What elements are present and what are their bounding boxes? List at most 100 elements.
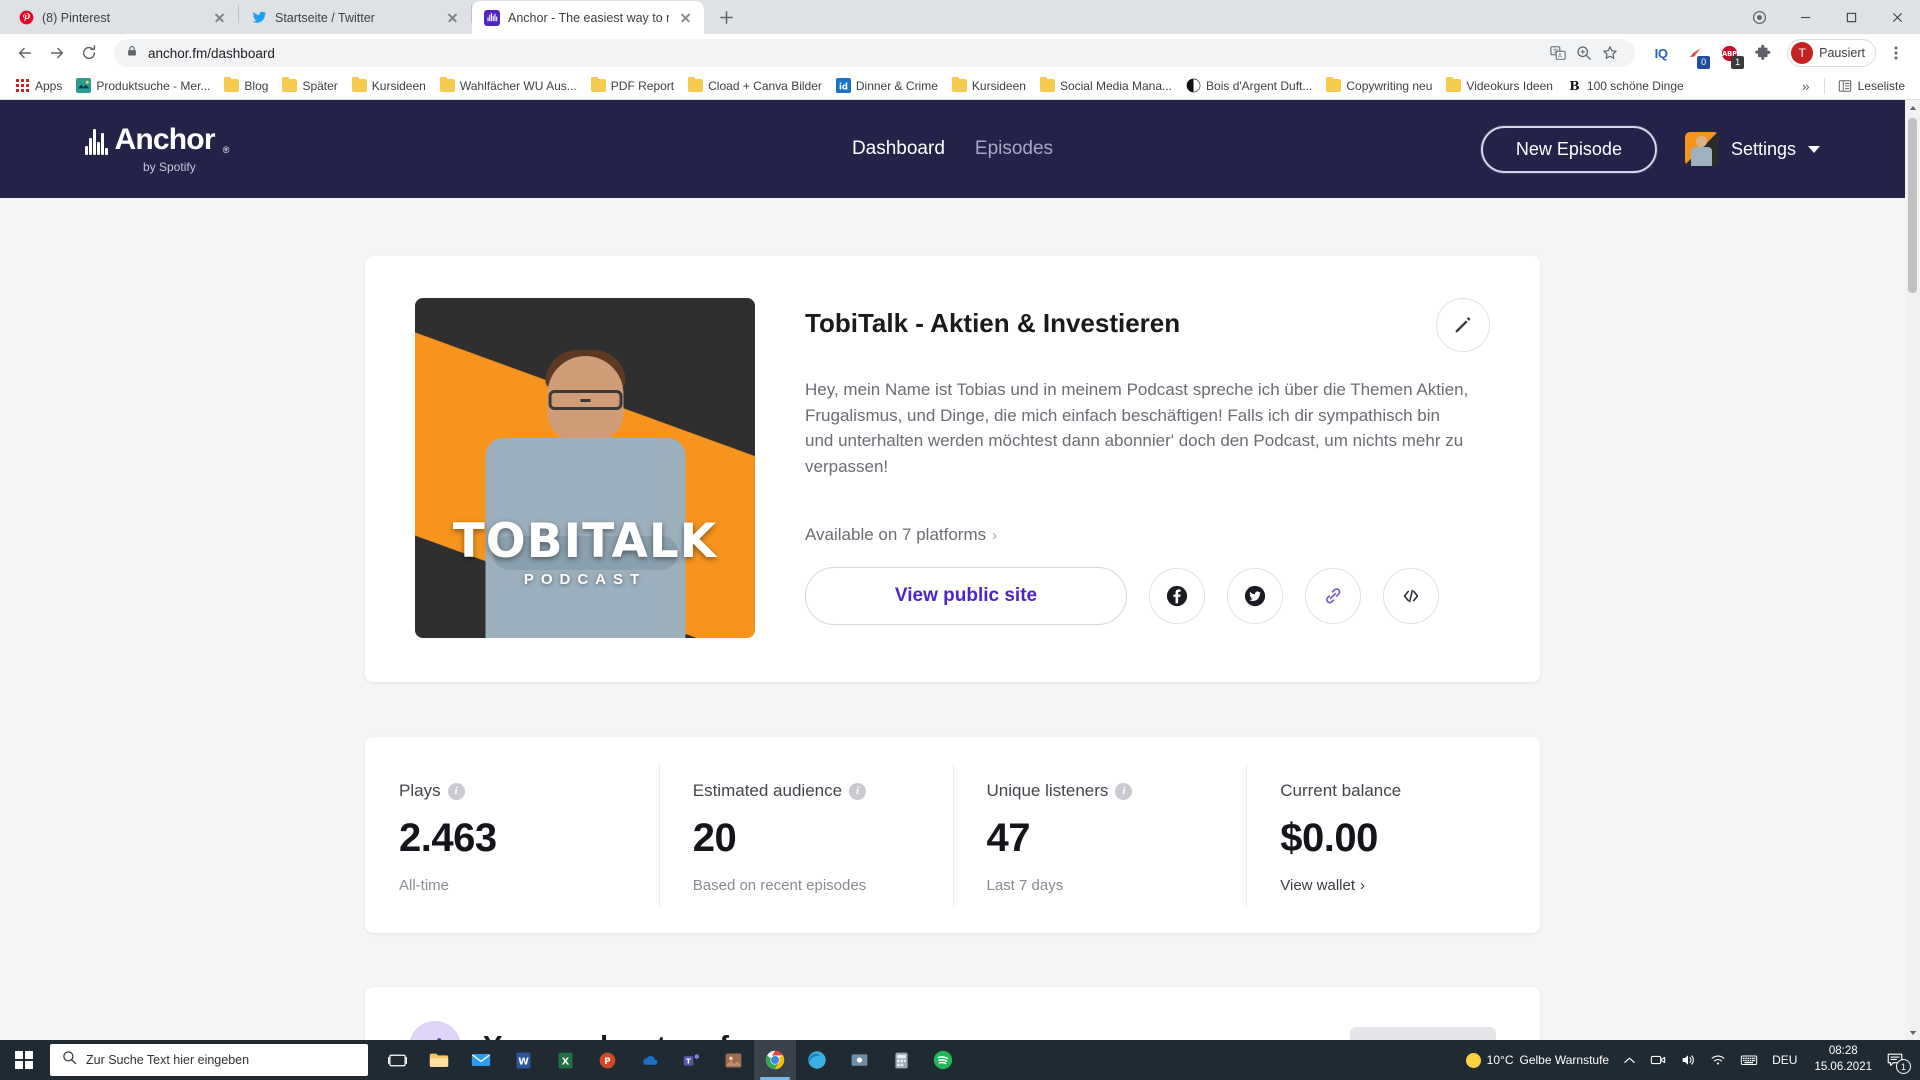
volume-icon[interactable]	[1673, 1040, 1703, 1080]
kebab-menu-icon[interactable]	[1882, 39, 1910, 67]
stat-sub: Based on recent episodes	[692, 877, 867, 894]
reading-list-button[interactable]: Leseliste	[1831, 75, 1912, 97]
view-wallet-link[interactable]: View wallet ›	[1280, 877, 1365, 894]
new-episode-button[interactable]: New Episode	[1480, 125, 1657, 173]
performance-card: Your podcast performance 7/30/20 - 9/10/…	[365, 987, 1540, 1040]
bookmarks-overflow-button[interactable]: »	[1794, 78, 1818, 94]
puzzle-extensions-icon[interactable]	[1749, 39, 1777, 67]
info-icon[interactable]: i	[1115, 782, 1133, 800]
bookmark-cload-canva[interactable]: Cload + Canva Bilder	[681, 75, 829, 97]
twitter-share-button[interactable]	[1227, 568, 1283, 624]
bookmark-social-media[interactable]: Social Media Mana...	[1033, 75, 1179, 97]
taskbar-teams[interactable]: T	[670, 1040, 712, 1080]
bookmark-bois-dargent[interactable]: Bois d'Argent Duft...	[1179, 75, 1319, 97]
bookmark-kursideen[interactable]: Kursideen	[345, 75, 433, 97]
wifi-icon[interactable]	[1703, 1040, 1733, 1080]
nav-episodes[interactable]: Episodes	[975, 138, 1053, 160]
profile-chip[interactable]: T Pausiert	[1787, 39, 1876, 67]
minimize-icon[interactable]	[1782, 0, 1828, 34]
record-icon[interactable]	[1736, 0, 1782, 34]
taskbar-calculator[interactable]	[880, 1040, 922, 1080]
stat-label: Plays	[399, 781, 441, 800]
twitter-icon	[251, 10, 267, 26]
notifications-button[interactable]: 1	[1882, 1040, 1914, 1080]
show-hidden-icons-button[interactable]	[1616, 1040, 1643, 1080]
podcast-cover-art[interactable]: TOBITALK PODCAST	[415, 298, 755, 638]
reload-icon[interactable]	[74, 38, 104, 68]
browser-tab-twitter[interactable]: Startseite / Twitter	[239, 1, 471, 34]
folder-icon	[1446, 77, 1462, 93]
new-tab-button[interactable]	[712, 3, 740, 31]
taskbar-screen-recorder[interactable]	[838, 1040, 880, 1080]
taskbar-mail[interactable]	[460, 1040, 502, 1080]
edit-podcast-button[interactable]	[1436, 298, 1490, 352]
bookmark-copywriting[interactable]: Copywriting neu	[1319, 75, 1439, 97]
close-icon[interactable]	[211, 9, 228, 26]
clock[interactable]: 08:28 15.06.2021	[1804, 1044, 1882, 1075]
bookmark-produktsuche[interactable]: Produktsuche - Mer...	[69, 75, 217, 97]
windows-start-icon[interactable]	[0, 1040, 48, 1080]
view-public-site-button[interactable]: View public site	[805, 567, 1127, 625]
settings-menu[interactable]: Settings	[1684, 132, 1820, 166]
camera-icon[interactable]	[1643, 1040, 1673, 1080]
taskbar-edge[interactable]	[796, 1040, 838, 1080]
info-icon[interactable]: i	[447, 782, 465, 800]
back-arrow-icon[interactable]	[10, 38, 40, 68]
translate-icon[interactable]: 文A	[1545, 40, 1571, 66]
forward-arrow-icon[interactable]	[42, 38, 72, 68]
scroll-down-button[interactable]	[1905, 1025, 1920, 1040]
bookmark-kursideen-2[interactable]: Kursideen	[945, 75, 1033, 97]
keyboard-icon[interactable]	[1733, 1040, 1765, 1080]
page-scrollbar[interactable]	[1905, 100, 1920, 1040]
bookmark-apps[interactable]: Apps	[8, 75, 69, 97]
available-platforms-link[interactable]: Available on 7 platforms ›	[805, 525, 997, 545]
browser-tab-anchor[interactable]: Anchor - The easiest way to mak	[472, 1, 704, 34]
adblock-extension[interactable]: ABP 1	[1715, 39, 1745, 69]
zoom-icon[interactable]	[1571, 40, 1597, 66]
date-range-selector[interactable]: 7/30/20 - 9/10/21	[1350, 1027, 1496, 1040]
taskbar-spotify[interactable]	[922, 1040, 964, 1080]
scrollbar-thumb[interactable]	[1908, 118, 1917, 293]
lock-icon	[126, 44, 138, 62]
copy-link-button[interactable]	[1305, 568, 1361, 624]
bookmark-wahlfaecher[interactable]: Wahlfächer WU Aus...	[433, 75, 584, 97]
taskbar-chrome[interactable]	[754, 1040, 796, 1080]
bookmark-pdf-report[interactable]: PDF Report	[584, 75, 681, 97]
taskbar-excel[interactable]: X	[544, 1040, 586, 1080]
bookmark-spaeter[interactable]: Später	[275, 75, 344, 97]
taskbar-search-input[interactable]: Zur Suche Text hier eingeben	[50, 1044, 368, 1076]
weather-widget[interactable]: 10°C Gelbe Warnstufe	[1459, 1040, 1616, 1080]
stat-sub: Last 7 days	[986, 877, 1064, 894]
maximize-icon[interactable]	[1828, 0, 1874, 34]
nav-dashboard[interactable]: Dashboard	[852, 138, 945, 160]
taskbar-file-explorer[interactable]	[418, 1040, 460, 1080]
bookmark-dinner-crime[interactable]: id Dinner & Crime	[829, 75, 945, 97]
info-icon[interactable]: i	[849, 782, 867, 800]
folder-icon	[951, 77, 967, 93]
taskbar-word[interactable]: W	[502, 1040, 544, 1080]
tab-strip: (8) Pinterest Startseite / Twitter Ancho…	[0, 0, 1920, 34]
task-view-icon[interactable]	[376, 1040, 418, 1080]
bookmark-label: Copywriting neu	[1346, 78, 1433, 93]
stat-estimated-audience: Estimated audience i 20 Based on recent …	[658, 737, 953, 933]
embed-code-button[interactable]	[1383, 568, 1439, 624]
bird-extension[interactable]: 0	[1681, 39, 1711, 69]
scroll-up-button[interactable]	[1905, 100, 1920, 115]
folder-icon	[590, 77, 606, 93]
facebook-share-button[interactable]	[1149, 568, 1205, 624]
close-window-icon[interactable]	[1874, 0, 1920, 34]
address-bar[interactable]: anchor.fm/dashboard 文A	[114, 39, 1636, 67]
bookmark-videokurs[interactable]: Videokurs Ideen	[1439, 75, 1560, 97]
taskbar-onedrive[interactable]	[628, 1040, 670, 1080]
bookmark-blog[interactable]: Blog	[217, 75, 275, 97]
close-icon[interactable]	[677, 9, 694, 26]
iq-extension[interactable]: IQ	[1647, 39, 1675, 67]
bookmark-100-schoene-dinge[interactable]: B 100 schöne Dinge	[1560, 75, 1691, 97]
taskbar-photos[interactable]	[712, 1040, 754, 1080]
close-icon[interactable]	[444, 9, 461, 26]
anchor-logo[interactable]: Anchor ® by Spotify	[85, 124, 229, 174]
taskbar-powerpoint[interactable]: P	[586, 1040, 628, 1080]
bookmark-star-icon[interactable]	[1597, 40, 1623, 66]
language-indicator[interactable]: DEU	[1765, 1040, 1804, 1080]
browser-tab-pinterest[interactable]: (8) Pinterest	[6, 1, 238, 34]
